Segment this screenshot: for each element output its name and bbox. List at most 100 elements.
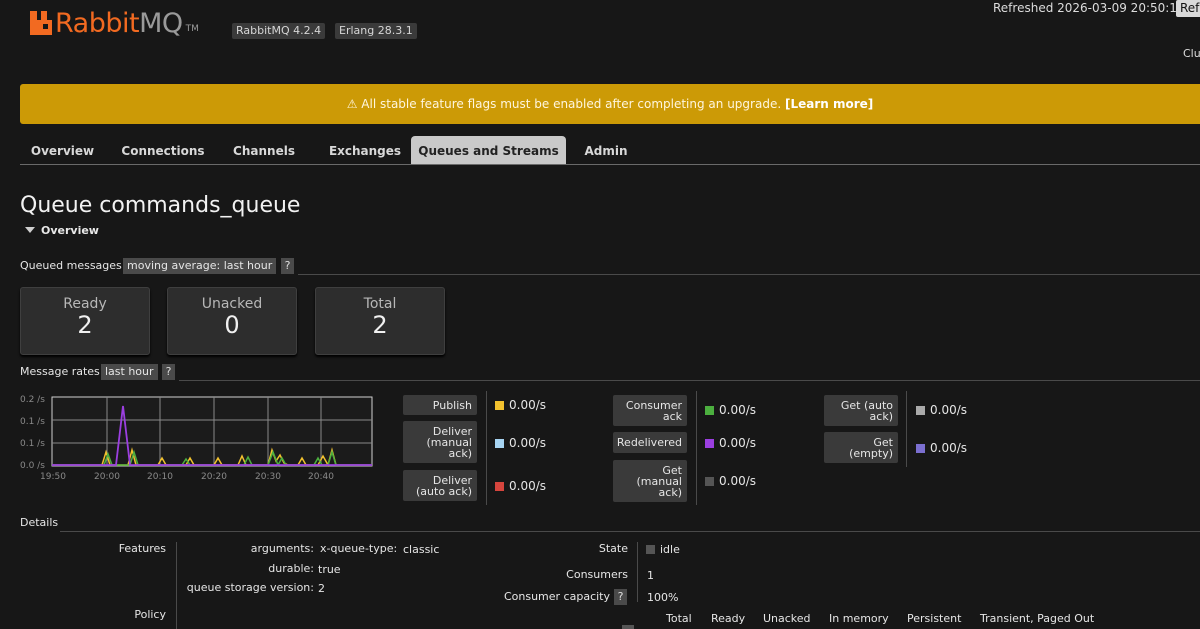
- column-header-unacked: Unacked: [763, 612, 811, 625]
- queued-messages-help-button[interactable]: ?: [281, 258, 294, 274]
- column-header-persistent: Persistent: [907, 612, 962, 625]
- idle-state-indicator-icon: [646, 545, 655, 554]
- x-tick-label: 19:50: [40, 472, 66, 482]
- column-separator: [696, 391, 697, 505]
- ready-stat-value: 2: [77, 311, 93, 339]
- message-rates-chart: 0.2 /s 0.1 /s 0.1 /s 0.0 /s 19:50 20:00 …: [20, 395, 373, 482]
- queue-storage-version-label: queue storage version:: [186, 581, 314, 594]
- consumer-capacity-help-button[interactable]: ?: [614, 589, 627, 605]
- state-value: idle: [646, 543, 680, 556]
- deliver-manual-ack-color-swatch: [495, 438, 504, 448]
- message-rates-help-button[interactable]: ?: [162, 364, 175, 380]
- queue-type-value: classic: [403, 543, 440, 556]
- x-tick-label: 20:40: [308, 472, 334, 482]
- collapse-triangle-icon: [25, 227, 35, 233]
- queue-storage-version-value: 2: [318, 582, 325, 595]
- column-header-transient-paged-out: Transient, Paged Out: [980, 612, 1095, 625]
- table-row-indicator: [622, 625, 634, 629]
- publish-rate-value: 0.00/s: [495, 398, 546, 412]
- details-heading: Details: [20, 516, 59, 529]
- total-stat-label: Total: [363, 296, 397, 312]
- queue-type-key: x-queue-type:: [320, 542, 398, 555]
- get-manual-ack-rate-button[interactable]: Get (manual ack): [613, 460, 687, 502]
- y-tick-label: 0.0 /s: [20, 461, 45, 471]
- section-divider: [60, 531, 1200, 532]
- section-divider: [179, 380, 1200, 381]
- refresh-button[interactable]: Refr: [1176, 0, 1200, 17]
- tab-queues-and-streams[interactable]: Queues and Streams: [411, 136, 566, 164]
- get-auto-ack-rate-button[interactable]: Get (auto ack): [824, 395, 898, 426]
- consumer-capacity-label: Consumer capacity: [503, 590, 610, 603]
- consumers-value: 1: [647, 569, 654, 582]
- overview-toggle-label: Overview: [41, 224, 99, 237]
- total-stat-value: 2: [372, 311, 388, 339]
- tab-connections[interactable]: Connections: [118, 136, 208, 164]
- column-separator: [637, 542, 638, 602]
- durable-value: true: [318, 563, 341, 576]
- arguments-label: arguments:: [250, 542, 314, 555]
- column-header-ready: Ready: [711, 612, 746, 625]
- y-tick-label: 0.1 /s: [20, 417, 45, 427]
- unacked-stat-label: Unacked: [201, 296, 263, 312]
- get-auto-ack-color-swatch: [916, 405, 925, 415]
- cluster-label: Clu: [1183, 47, 1200, 60]
- deliver-auto-ack-color-swatch: [495, 481, 504, 491]
- redelivered-color-swatch: [705, 438, 714, 448]
- tab-overview[interactable]: Overview: [20, 136, 105, 164]
- feature-flags-warning-banner: ⚠ All stable feature flags must be enabl…: [20, 84, 1200, 124]
- main-nav-tabs: Overview Connections Channels Exchanges …: [20, 136, 1200, 165]
- ready-stat-label: Ready: [63, 296, 107, 312]
- consumer-capacity-value: 100%: [647, 591, 679, 604]
- tab-admin[interactable]: Admin: [580, 136, 632, 164]
- queued-messages-label: Queued messages: [20, 259, 122, 272]
- deliver-auto-ack-rate-button[interactable]: Deliver (auto ack): [403, 470, 477, 501]
- get-auto-ack-rate-value: 0.00/s: [916, 403, 967, 417]
- features-label: Features: [118, 542, 166, 555]
- publish-rate-button[interactable]: Publish: [403, 395, 477, 415]
- deliver-auto-ack-rate-value: 0.00/s: [495, 479, 546, 493]
- column-separator: [486, 391, 487, 505]
- page-title: Queue commands_queue: [20, 193, 301, 218]
- y-tick-label: 0.2 /s: [20, 395, 45, 405]
- redelivered-rate-value: 0.00/s: [705, 436, 756, 450]
- x-tick-label: 20:10: [147, 472, 173, 482]
- refreshed-timestamp: Refreshed 2026-03-09 20:50:10: [993, 1, 1185, 15]
- tab-exchanges[interactable]: Exchanges: [316, 136, 414, 164]
- consumer-ack-rate-button[interactable]: Consumer ack: [613, 395, 687, 426]
- section-divider: [298, 274, 1200, 275]
- learn-more-link[interactable]: [Learn more]: [785, 97, 873, 111]
- queued-messages-period-selector[interactable]: moving average: last hour: [123, 258, 277, 274]
- get-manual-ack-rate-value: 0.00/s: [705, 474, 756, 488]
- state-label: State: [598, 542, 628, 555]
- total-stat-box: Total 2: [315, 287, 445, 355]
- publish-color-swatch: [495, 400, 504, 410]
- consumers-label: Consumers: [566, 568, 628, 581]
- banner-text: ⚠ All stable feature flags must be enabl…: [346, 97, 782, 111]
- message-rates-period-selector[interactable]: last hour: [101, 364, 158, 380]
- rabbitmq-logo[interactable]: RabbitMQ TM: [30, 6, 199, 40]
- tab-channels[interactable]: Channels: [225, 136, 303, 164]
- unacked-stat-box: Unacked 0: [167, 287, 297, 355]
- logo-text: RabbitMQ: [55, 7, 183, 39]
- consumer-ack-rate-value: 0.00/s: [705, 403, 756, 417]
- rabbitmq-logo-icon: [30, 11, 52, 35]
- deliver-manual-ack-rate-value: 0.00/s: [495, 436, 546, 450]
- logo-trademark: TM: [185, 24, 199, 34]
- x-tick-label: 20:30: [255, 472, 281, 482]
- y-tick-label: 0.1 /s: [20, 439, 45, 449]
- redelivered-rate-button[interactable]: Redelivered: [613, 432, 687, 453]
- get-empty-rate-button[interactable]: Get (empty): [824, 432, 898, 463]
- erlang-version-badge: Erlang 28.3.1: [335, 23, 417, 39]
- column-separator: [906, 391, 907, 467]
- column-header-in-memory: In memory: [829, 612, 889, 625]
- deliver-manual-ack-rate-button[interactable]: Deliver (manual ack): [403, 421, 477, 463]
- x-tick-label: 20:00: [94, 472, 120, 482]
- version-badge: RabbitMQ 4.2.4: [232, 23, 326, 39]
- ready-stat-box: Ready 2: [20, 287, 150, 355]
- unacked-stat-value: 0: [224, 311, 240, 339]
- get-empty-rate-value: 0.00/s: [916, 441, 967, 455]
- consumer-ack-color-swatch: [705, 405, 714, 415]
- policy-label: Policy: [134, 608, 166, 621]
- overview-section-toggle[interactable]: Overview: [25, 224, 99, 237]
- message-rates-label: Message rates: [20, 365, 100, 378]
